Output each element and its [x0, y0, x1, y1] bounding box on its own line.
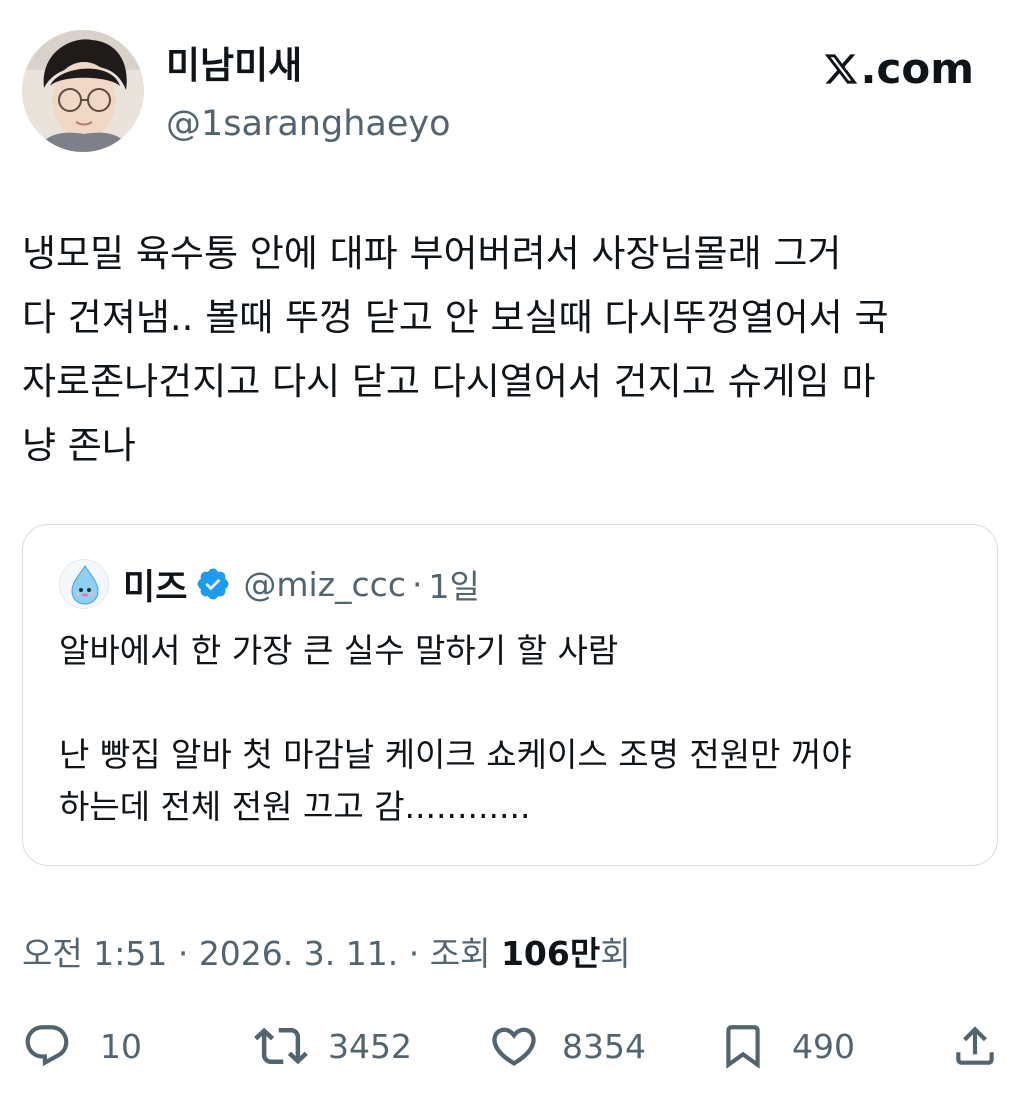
quoted-time[interactable]: 1일	[428, 560, 479, 608]
views-count: 106만	[500, 934, 601, 973]
bookmark-count: 490	[792, 1026, 855, 1066]
like-count: 8354	[562, 1026, 646, 1066]
quoted-tweet-header: 미즈 @miz_ccc · 1일	[59, 559, 480, 609]
brand-domain: .com	[860, 44, 974, 93]
x-logo-icon	[824, 54, 857, 84]
author-handle[interactable]: @1saranghaeyo	[166, 100, 450, 148]
reply-icon	[25, 1025, 69, 1067]
retweet-icon	[254, 1027, 308, 1065]
share-icon	[956, 1026, 994, 1065]
author-display-name[interactable]: 미남미새	[166, 42, 302, 90]
quoted-author-avatar[interactable]	[59, 559, 109, 609]
x-brand: .com	[823, 44, 974, 94]
quoted-separator: ·	[411, 564, 423, 604]
views-label: 조회	[429, 934, 501, 973]
tweet-text: 냉모밀 육수통 안에 대파 부어버려서 사장님몰래 그거 다 건져냄.. 볼때 …	[22, 232, 889, 467]
reply-count: 10	[100, 1026, 142, 1066]
meta-separator: ·	[167, 934, 199, 973]
quoted-author-name[interactable]: 미즈	[123, 559, 187, 610]
quoted-author-handle[interactable]: @miz_ccc	[243, 565, 406, 604]
tweet-time[interactable]: 오전 1:51	[22, 934, 167, 973]
quoted-tweet-card[interactable]: 미즈 @miz_ccc · 1일 알바에서 한 가장 큰 실수 말하기 할 사람…	[22, 524, 998, 866]
verified-badge-icon	[198, 568, 229, 600]
tweet-meta: 오전 1:51 · 2026. 3. 11. · 조회 106만회	[22, 930, 631, 978]
tweet-actions: 10 3452 8354 490	[22, 1018, 1002, 1074]
retweet-button[interactable]: 3452	[254, 1018, 412, 1074]
bookmark-button[interactable]: 490	[718, 1018, 855, 1074]
reply-button[interactable]: 10	[22, 1018, 142, 1074]
retweet-count: 3452	[328, 1026, 412, 1066]
quoted-tweet-text: 알바에서 한 가장 큰 실수 말하기 할 사람 난 빵집 알바 첫 마감날 케이…	[59, 631, 852, 826]
tweet-date[interactable]: 2026. 3. 11.	[199, 934, 398, 973]
share-button[interactable]	[950, 1018, 1000, 1074]
bookmark-icon	[726, 1025, 760, 1069]
tweet-header: 미남미새 @1saranghaeyo .com	[22, 30, 1002, 152]
like-icon	[492, 1027, 536, 1066]
views-suffix: 회	[600, 934, 631, 973]
meta-separator: ·	[398, 934, 430, 973]
author-avatar[interactable]	[22, 30, 144, 152]
like-button[interactable]: 8354	[488, 1018, 646, 1074]
